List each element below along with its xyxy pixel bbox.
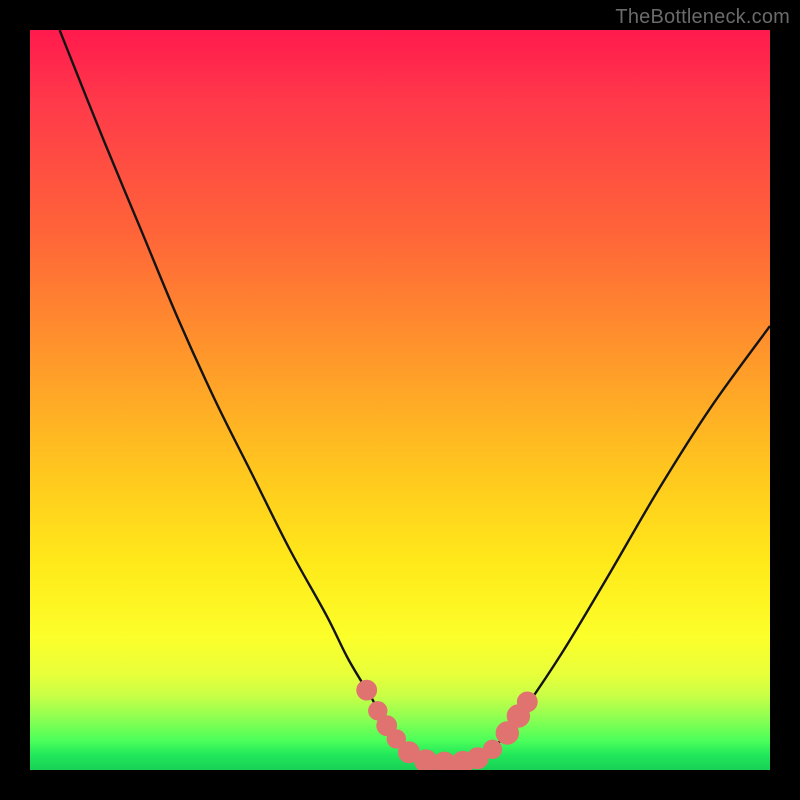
- chart-frame: TheBottleneck.com: [0, 0, 800, 800]
- plot-area: [30, 30, 770, 770]
- bottleneck-curve: [60, 30, 770, 764]
- watermark-text: TheBottleneck.com: [615, 6, 790, 29]
- curve-marker: [357, 680, 377, 700]
- curve-marker: [517, 692, 537, 712]
- curve-marker: [483, 740, 501, 758]
- curve-svg: [30, 30, 770, 770]
- markers-group: [357, 680, 537, 770]
